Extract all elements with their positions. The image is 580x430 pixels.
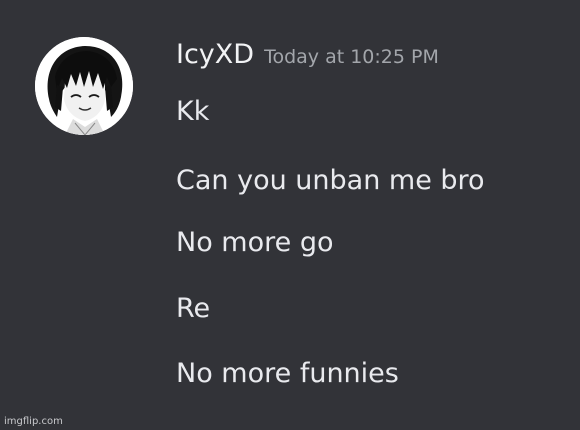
username[interactable]: IcyXD [176, 39, 254, 70]
watermark: imgflip.com [4, 416, 63, 427]
message-line: Kk [176, 96, 210, 127]
user-avatar-icon [35, 37, 133, 135]
message-line: Re [176, 293, 211, 324]
avatar[interactable] [35, 37, 133, 135]
chat-message: IcyXD Today at 10:25 PM Kk Can you unban … [0, 0, 580, 430]
timestamp[interactable]: Today at 10:25 PM [264, 46, 439, 68]
message-line: Can you unban me bro [176, 165, 485, 196]
message-line: No more funnies [176, 358, 399, 389]
message-line: No more go [176, 227, 334, 258]
message-header: IcyXD Today at 10:25 PM [176, 39, 439, 70]
